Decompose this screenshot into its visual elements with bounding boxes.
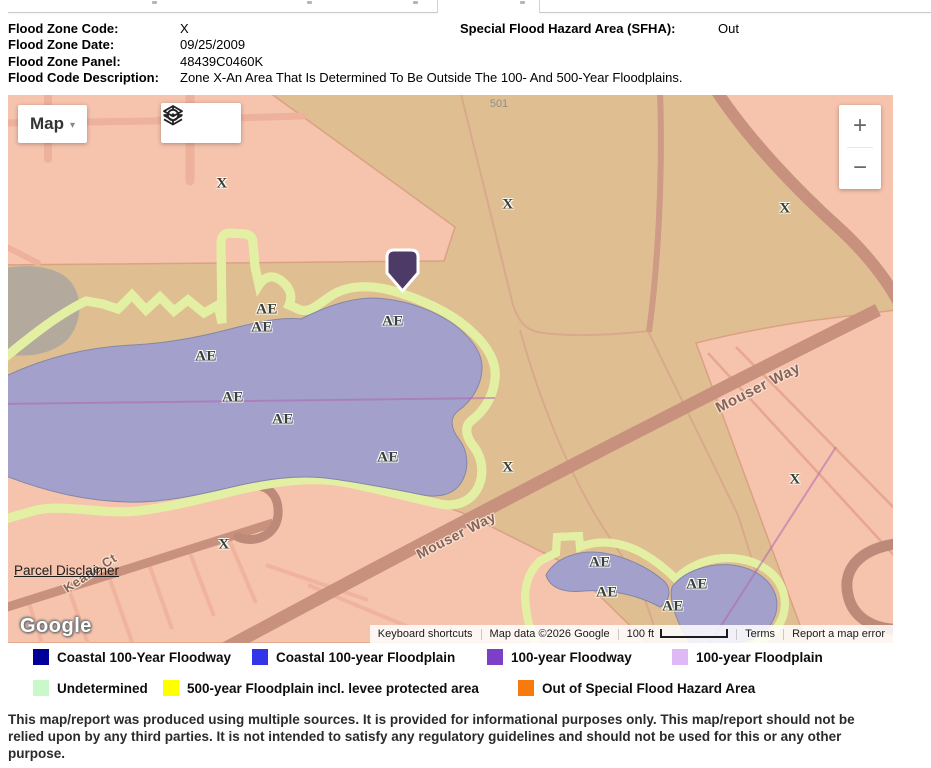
legend-item: Undetermined <box>33 680 148 696</box>
field-label: Flood Code Description: <box>8 70 180 86</box>
flood-field-row: Flood Zone Date:09/25/2009 <box>8 37 683 53</box>
legend-color-chip <box>487 649 503 665</box>
legend-item: Coastal 100-year Floodplain <box>252 649 455 665</box>
legend-label: Out of Special Flood Hazard Area <box>542 681 755 696</box>
legend-item: Coastal 100-Year Floodway <box>33 649 231 665</box>
sfha-label: Special Flood Hazard Area (SFHA): <box>460 21 718 37</box>
legend-label: 500-year Floodplain incl. levee protecte… <box>187 681 479 696</box>
my-location-button[interactable] <box>205 109 233 137</box>
legend-color-chip <box>33 649 49 665</box>
legend-label: 100-year Floodway <box>511 650 632 665</box>
report-disclaimer: This map/report was produced using multi… <box>8 712 884 762</box>
tab-strip-border-left <box>8 12 437 13</box>
zoom-control: + − <box>839 105 881 189</box>
field-value: Zone X-An Area That Is Determined To Be … <box>180 70 683 85</box>
google-logo[interactable]: Google <box>20 615 92 638</box>
terms-link[interactable]: Terms <box>737 628 783 640</box>
field-label: Flood Zone Date: <box>8 37 180 53</box>
legend-row-2: Undetermined 500-year Floodplain incl. le… <box>0 680 931 700</box>
keyboard-shortcuts-link[interactable]: Keyboard shortcuts <box>370 628 481 640</box>
legend-item: 100-year Floodplain <box>672 649 823 665</box>
zoom-out-button[interactable]: − <box>839 148 881 190</box>
flood-report-page: Flood Zone Code:XFlood Zone Date:09/25/2… <box>0 0 931 768</box>
scale-control: 100 ft <box>619 628 737 640</box>
legend-color-chip <box>518 680 534 696</box>
legend-label: Undetermined <box>57 681 148 696</box>
legend-label: Coastal 100-Year Floodway <box>57 650 231 665</box>
legend-color-chip <box>33 680 49 696</box>
flood-field-row: Flood Code Description:Zone X-An Area Th… <box>8 70 683 86</box>
scale-bar <box>660 629 728 638</box>
field-value: X <box>180 21 189 36</box>
zoom-in-button[interactable]: + <box>839 105 881 147</box>
field-value: 09/25/2009 <box>180 37 245 52</box>
legend-item: 100-year Floodway <box>487 649 632 665</box>
tab-label-remnant <box>307 1 312 4</box>
map-canvas[interactable] <box>8 95 893 643</box>
tab-strip <box>0 0 931 14</box>
legend-color-chip <box>672 649 688 665</box>
map-data-credit: Map data ©2026 Google <box>482 628 618 640</box>
report-map-error-link[interactable]: Report a map error <box>784 628 893 640</box>
legend-color-chip <box>252 649 268 665</box>
map-type-label: Map <box>30 114 64 134</box>
map-tools <box>161 103 241 143</box>
sfha-value: Out <box>718 21 739 36</box>
parcel-disclaimer-link[interactable]: Parcel Disclaimer <box>14 563 119 578</box>
legend-row-1: Coastal 100-Year Floodway Coastal 100-yea… <box>0 649 931 669</box>
map-attribution-bar: Keyboard shortcuts Map data ©2026 Google… <box>370 625 893 643</box>
map-type-button[interactable]: Map ▾ <box>18 105 87 143</box>
scale-label: 100 ft <box>627 628 655 640</box>
active-tab-edge <box>539 0 540 13</box>
legend-label: Coastal 100-year Floodplain <box>276 650 455 665</box>
tab-strip-border-right <box>540 12 931 13</box>
chevron-down-icon: ▾ <box>70 120 75 131</box>
flood-field-row: Flood Zone Panel:48439C0460K <box>8 54 683 70</box>
tab-label-remnant <box>413 1 418 4</box>
field-label: Flood Zone Code: <box>8 21 180 37</box>
legend-item: 500-year Floodplain incl. levee protecte… <box>163 680 479 696</box>
legend-color-chip <box>163 680 179 696</box>
field-value: 48439C0460K <box>180 54 263 69</box>
legend-label: 100-year Floodplain <box>696 650 823 665</box>
tab-label-remnant <box>520 1 525 4</box>
tab-label-remnant <box>152 1 157 4</box>
active-tab-edge <box>437 0 438 13</box>
flood-map[interactable]: 501XXXXXXAEAEAEAEAEAEAEAEAEAEAEMouser Wa… <box>8 95 893 643</box>
legend-item: Out of Special Flood Hazard Area <box>518 680 755 696</box>
sfha-field: Special Flood Hazard Area (SFHA):Out <box>460 21 739 37</box>
field-label: Flood Zone Panel: <box>8 54 180 70</box>
